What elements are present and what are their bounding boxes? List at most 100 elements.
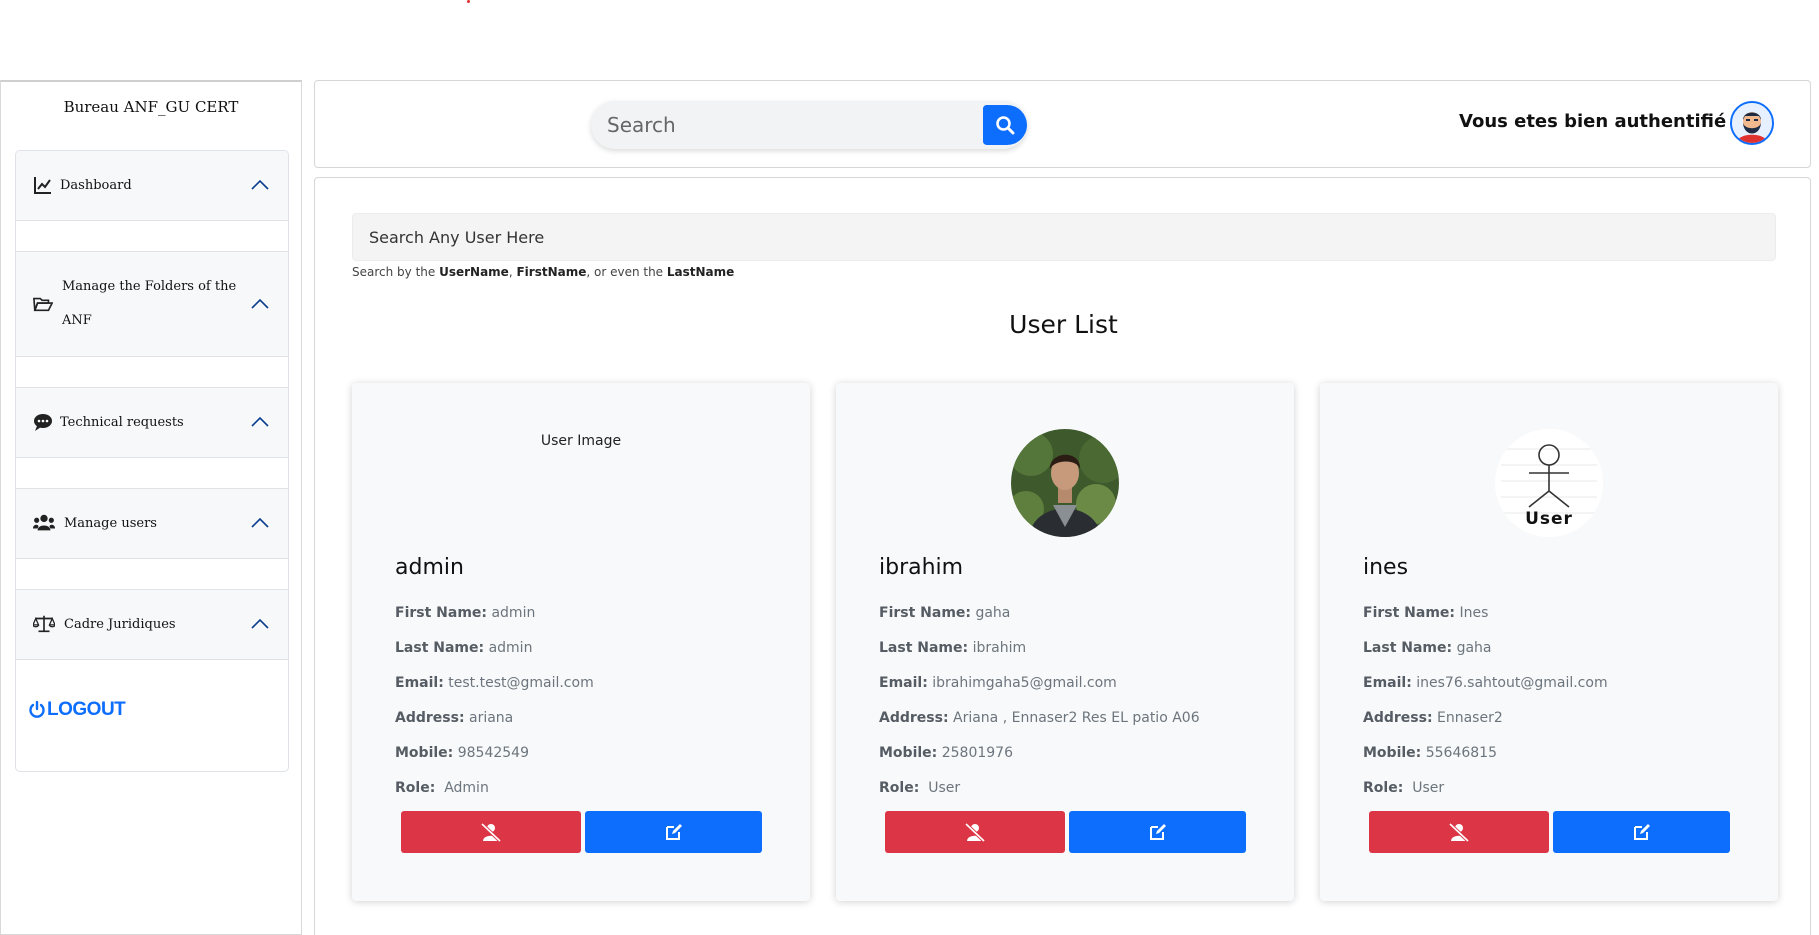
user-photo-image xyxy=(1011,429,1119,537)
field-value: ibrahimgaha5@gmail.com xyxy=(932,675,1117,691)
chevron-up-icon[interactable] xyxy=(250,513,270,533)
sidebar-item-label: Manage users xyxy=(64,516,157,531)
sidebar-item-manage-users[interactable]: Manage users xyxy=(16,488,288,559)
field-value: test.test@gmail.com xyxy=(448,675,594,691)
field-label: Role: xyxy=(879,780,920,796)
edit-icon xyxy=(665,824,682,840)
users-icon xyxy=(33,514,55,531)
sidebar-accordion: Dashboard Manage the Folders of the ANF xyxy=(15,150,289,772)
user-card: ibrahim First Name: gaha Last Name: ibra… xyxy=(836,383,1294,901)
sidebar-item-label-line2: ANF xyxy=(62,313,92,328)
power-icon xyxy=(29,701,45,718)
user-slash-icon xyxy=(964,822,986,842)
field-value: gaha xyxy=(1456,640,1492,656)
helper-keyword-lastname: LastName xyxy=(666,265,735,279)
chevron-up-icon[interactable] xyxy=(250,614,270,634)
sidebar-item-cadre-juridiques[interactable]: Cadre Juridiques xyxy=(16,589,288,660)
field-label: Last Name: xyxy=(1363,640,1453,656)
field-value: 55646815 xyxy=(1425,745,1497,761)
sidebar-item-label: Technical requests xyxy=(60,415,184,430)
user-mobile: Mobile: 98542549 xyxy=(395,745,529,761)
field-value: 98542549 xyxy=(457,745,529,761)
field-value: Ariana , Ennaser2 Res EL patio A06 xyxy=(953,710,1200,726)
disable-user-button[interactable] xyxy=(1369,811,1549,853)
field-label: First Name: xyxy=(879,605,972,621)
sidebar: Bureau ANF_GU CERT Dashboard Manage the … xyxy=(0,80,302,935)
user-email: Email: test.test@gmail.com xyxy=(395,675,594,691)
page-title: User List xyxy=(1009,310,1118,339)
user-card: User Image admin First Name: admin Last … xyxy=(352,383,810,901)
user-mobile: Mobile: 25801976 xyxy=(879,745,1013,761)
chevron-up-icon[interactable] xyxy=(250,175,270,195)
field-label: Mobile: xyxy=(1363,745,1422,761)
user-slash-icon xyxy=(480,822,502,842)
field-value: Ennaser2 xyxy=(1437,710,1503,726)
logout-button[interactable]: LOGOUT xyxy=(29,699,126,721)
edit-user-button[interactable] xyxy=(1069,811,1246,853)
sidebar-item-dashboard[interactable]: Dashboard xyxy=(16,151,288,221)
field-label: Email: xyxy=(395,675,444,691)
edit-icon xyxy=(1633,824,1650,840)
main-content: Search by the UserName, FirstName, or ev… xyxy=(314,177,1811,935)
field-value: User xyxy=(1412,780,1445,796)
field-label: Address: xyxy=(1363,710,1433,726)
user-image-caption: User xyxy=(1525,509,1573,529)
top-search-button[interactable] xyxy=(983,105,1027,145)
user-last-name: Last Name: ibrahim xyxy=(879,640,1026,656)
field-value: ibrahim xyxy=(972,640,1027,656)
field-value: ariana xyxy=(469,710,514,726)
search-helper-text: Search by the UserName, FirstName, or ev… xyxy=(352,265,734,279)
field-label: Mobile: xyxy=(395,745,454,761)
user-username: admin xyxy=(395,555,464,580)
user-search-input[interactable] xyxy=(352,213,1776,261)
field-value: Ines xyxy=(1459,605,1489,621)
avatar-icon xyxy=(1732,103,1772,143)
field-value: gaha xyxy=(975,605,1011,621)
sidebar-item-folders[interactable]: Manage the Folders of the ANF xyxy=(16,251,288,357)
user-address: Address: Ariana , Ennaser2 Res EL patio … xyxy=(879,710,1200,726)
field-value: admin xyxy=(488,640,533,656)
field-value: 25801976 xyxy=(941,745,1013,761)
edit-user-button[interactable] xyxy=(1553,811,1730,853)
auth-status-text: Vous etes bien authentifié xyxy=(1459,111,1727,132)
chevron-up-icon[interactable] xyxy=(250,294,270,314)
user-role: Role: User xyxy=(879,780,960,796)
field-label: Address: xyxy=(879,710,949,726)
top-search-input[interactable] xyxy=(607,101,967,149)
comments-icon xyxy=(34,414,52,431)
disable-user-button[interactable] xyxy=(885,811,1065,853)
chart-line-icon xyxy=(34,177,51,194)
user-username: ines xyxy=(1363,555,1409,580)
field-label: Last Name: xyxy=(395,640,485,656)
field-label: Mobile: xyxy=(879,745,938,761)
field-value: ines76.sahtout@gmail.com xyxy=(1416,675,1608,691)
field-label: Role: xyxy=(1363,780,1404,796)
logout-label: LOGOUT xyxy=(47,699,126,720)
red-dot xyxy=(467,0,470,3)
field-value: Admin xyxy=(444,780,489,796)
top-search-bar xyxy=(591,101,1027,149)
sidebar-brand: Bureau ANF_GU CERT xyxy=(63,98,239,116)
user-card: User ines First Name: Ines Last Name: ga… xyxy=(1320,383,1778,901)
user-image-broken: User Image xyxy=(540,433,622,449)
field-label: Email: xyxy=(1363,675,1412,691)
edit-user-button[interactable] xyxy=(585,811,762,853)
user-email: Email: ines76.sahtout@gmail.com xyxy=(1363,675,1608,691)
sidebar-item-technical-requests[interactable]: Technical requests xyxy=(16,387,288,458)
chevron-up-icon[interactable] xyxy=(250,412,270,432)
user-first-name: First Name: admin xyxy=(395,605,535,621)
folder-open-icon xyxy=(33,297,53,312)
avatar[interactable] xyxy=(1730,101,1774,145)
user-address: Address: ariana xyxy=(395,710,513,726)
disable-user-button[interactable] xyxy=(401,811,581,853)
user-role: Role: User xyxy=(1363,780,1444,796)
balance-scale-icon xyxy=(33,615,55,633)
user-slash-icon xyxy=(1448,822,1470,842)
field-label: Email: xyxy=(879,675,928,691)
user-address: Address: Ennaser2 xyxy=(1363,710,1503,726)
field-label: First Name: xyxy=(395,605,488,621)
user-first-name: First Name: Ines xyxy=(1363,605,1488,621)
helper-prefix: Search by the xyxy=(352,265,440,279)
user-mobile: Mobile: 55646815 xyxy=(1363,745,1497,761)
user-username: ibrahim xyxy=(879,555,964,580)
